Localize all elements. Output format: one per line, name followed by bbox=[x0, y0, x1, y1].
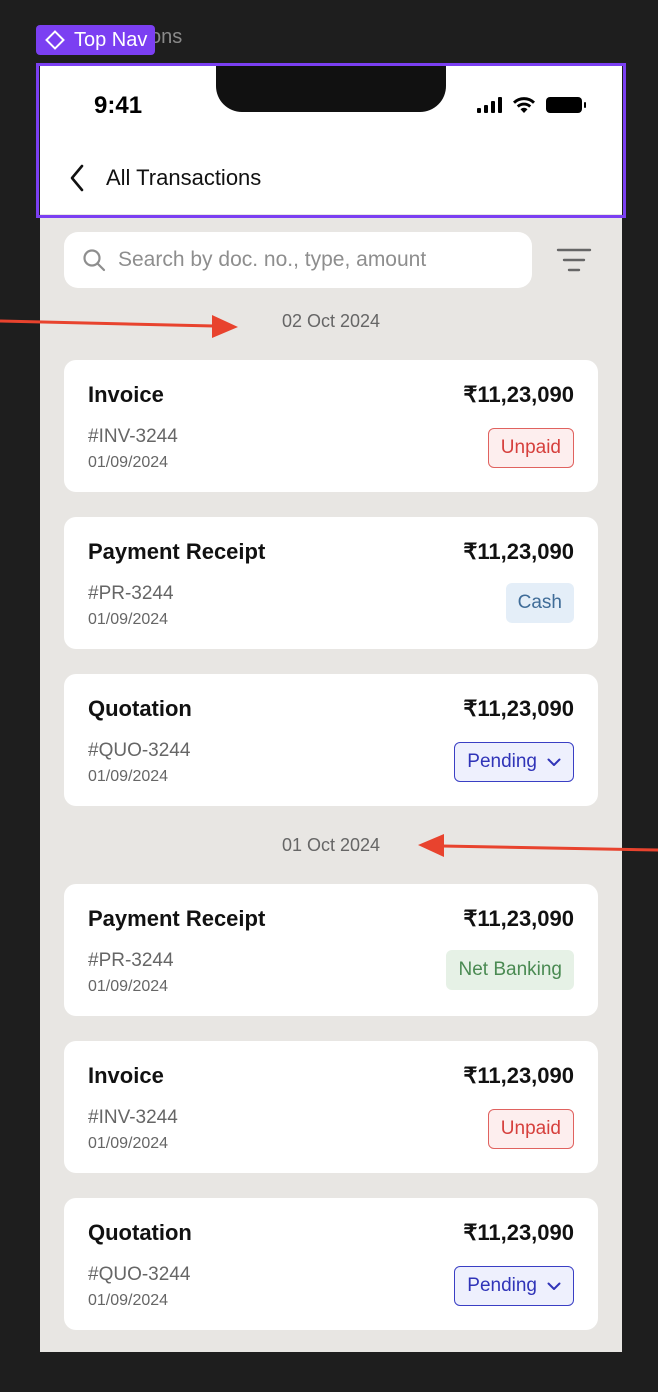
component-icon bbox=[45, 30, 65, 50]
document-number: #PR-3244 bbox=[88, 950, 174, 971]
transaction-amount: ₹11,23,090 bbox=[463, 539, 574, 564]
transaction-amount: ₹11,23,090 bbox=[463, 696, 574, 721]
status-icons bbox=[477, 96, 586, 114]
filter-button[interactable] bbox=[554, 244, 594, 276]
document-number: #QUO-3244 bbox=[88, 740, 191, 761]
transaction-type: Payment Receipt bbox=[88, 906, 266, 931]
top-nav: 9:41 All Transactions bbox=[40, 66, 622, 214]
wifi-icon bbox=[513, 97, 535, 113]
transaction-card[interactable]: Quotation ₹11,23,090 #QUO-3244 01/09/202… bbox=[64, 1198, 598, 1330]
device-notch bbox=[216, 66, 446, 112]
cellular-signal-icon bbox=[477, 97, 502, 113]
component-tag-label: Top Nav bbox=[74, 28, 148, 51]
transaction-type: Invoice bbox=[88, 382, 164, 407]
chevron-down-icon bbox=[547, 758, 561, 766]
chevron-left-icon bbox=[70, 164, 84, 192]
search-input[interactable] bbox=[118, 248, 518, 272]
status-badge: Unpaid bbox=[487, 428, 574, 468]
transaction-card[interactable]: Invoice ₹11,23,090 #INV-3244 01/09/2024 … bbox=[64, 1041, 598, 1173]
transaction-amount: ₹11,23,090 bbox=[463, 1220, 574, 1245]
transaction-card[interactable]: Quotation ₹11,23,090 #QUO-3244 01/09/202… bbox=[64, 674, 598, 806]
transaction-amount: ₹11,23,090 bbox=[463, 382, 574, 407]
date-header: 02 Oct 2024 bbox=[281, 311, 381, 331]
transaction-type: Invoice bbox=[88, 1063, 164, 1088]
transaction-date: 01/09/2024 bbox=[88, 1292, 169, 1309]
transaction-card[interactable]: Payment Receipt ₹11,23,090 #PR-3244 01/0… bbox=[64, 517, 598, 649]
status-dropdown[interactable]: Pending bbox=[454, 1266, 574, 1306]
transaction-type: Quotation bbox=[88, 1220, 192, 1245]
status-dropdown-label: Pending bbox=[467, 751, 537, 772]
transaction-date: 01/09/2024 bbox=[88, 768, 169, 785]
filter-icon bbox=[556, 248, 592, 272]
transaction-date: 01/09/2024 bbox=[88, 978, 169, 995]
transaction-amount: ₹11,23,090 bbox=[463, 1063, 574, 1088]
status-dropdown-label: Pending bbox=[467, 1275, 537, 1296]
date-header: 01 Oct 2024 bbox=[281, 835, 381, 855]
transaction-card[interactable]: Payment Receipt ₹11,23,090 #PR-3244 01/0… bbox=[64, 884, 598, 1016]
status-time: 9:41 bbox=[94, 92, 143, 119]
transaction-date: 01/09/2024 bbox=[88, 611, 169, 628]
transaction-date: 01/09/2024 bbox=[88, 1135, 169, 1152]
phone-screen: 9:41 All Transactions Search by doc. no.… bbox=[40, 66, 622, 1352]
component-tag[interactable]: Top Nav bbox=[36, 25, 156, 55]
search-bar[interactable] bbox=[64, 232, 532, 288]
transaction-date: 01/09/2024 bbox=[88, 454, 169, 471]
status-badge: Unpaid bbox=[487, 1109, 574, 1149]
document-number: #QUO-3244 bbox=[88, 1264, 191, 1285]
transaction-amount: ₹11,23,090 bbox=[463, 906, 574, 931]
nav-bar: All Transactions bbox=[40, 158, 622, 198]
search-icon bbox=[83, 249, 106, 272]
back-button[interactable] bbox=[52, 158, 102, 198]
chevron-down-icon bbox=[547, 1282, 561, 1290]
payment-mode-badge: Cash bbox=[505, 583, 574, 623]
payment-mode-badge: Net Banking bbox=[446, 950, 574, 990]
transaction-type: Payment Receipt bbox=[88, 539, 266, 564]
document-number: #INV-3244 bbox=[88, 1107, 178, 1128]
status-dropdown[interactable]: Pending bbox=[454, 742, 574, 782]
transaction-type: Quotation bbox=[88, 696, 192, 721]
transaction-card[interactable]: Invoice ₹11,23,090 #INV-3244 01/09/2024 … bbox=[64, 360, 598, 492]
document-number: #INV-3244 bbox=[88, 426, 178, 447]
page-title: All Transactions bbox=[106, 165, 262, 190]
battery-icon bbox=[546, 97, 586, 113]
document-number: #PR-3244 bbox=[88, 583, 174, 604]
